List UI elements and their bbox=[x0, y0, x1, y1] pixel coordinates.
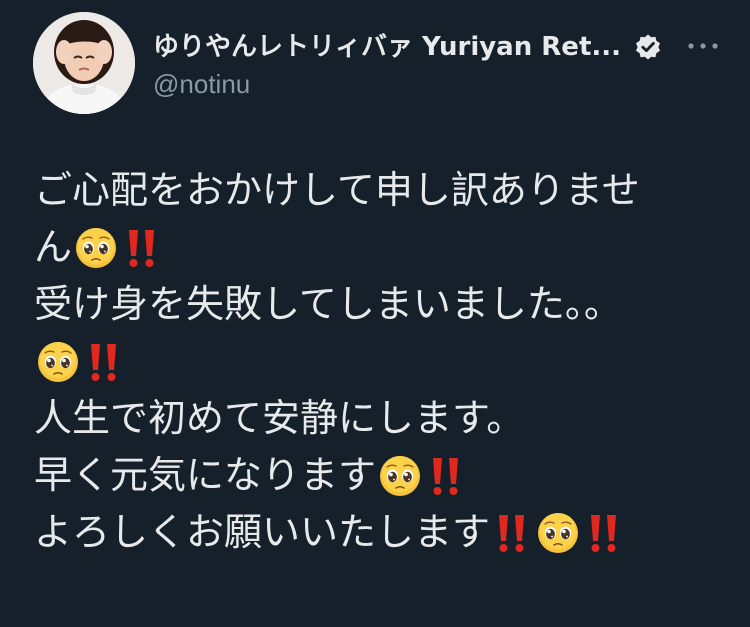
double-exclamation-emoji-icon bbox=[91, 343, 116, 381]
tweet-line bbox=[34, 333, 724, 390]
author-display-name[interactable]: ゆりやんレトリィバァ Yuriyan Ret... bbox=[153, 31, 621, 63]
tweet-line: 人生で初めて安静にします。 bbox=[34, 390, 724, 447]
double-exclamation-emoji-icon bbox=[433, 457, 459, 495]
tweet-line-text: よろしくお願いいたします bbox=[34, 510, 491, 554]
tweet-line-text: ん bbox=[34, 225, 73, 269]
tweet-card: ゆりやんレトリィバァ Yuriyan Ret... @notinu ご心配をおか… bbox=[0, 0, 750, 627]
tweet-line: 受け身を失敗してしまいました。。 bbox=[34, 276, 724, 333]
tweet-line-text: 人生で初めて安静にします。 bbox=[34, 396, 525, 440]
double-exclamation-emoji-icon bbox=[591, 514, 617, 552]
pleading-face-emoji-icon bbox=[76, 227, 117, 268]
double-exclamation-emoji-icon bbox=[499, 514, 525, 552]
tweet-line: ご心配をおかけして申し訳ありませ bbox=[34, 162, 724, 219]
pleading-face-emoji-icon bbox=[380, 455, 421, 496]
tweet-line-text: 受け身を失敗してしまいました。。 bbox=[34, 282, 622, 326]
tweet-line-text: 早く元気になります bbox=[34, 453, 377, 497]
tweet-line: ん bbox=[34, 219, 724, 276]
tweet-line-text: ご心配をおかけして申し訳ありませ bbox=[34, 168, 640, 212]
pleading-face-emoji-icon bbox=[538, 512, 579, 553]
avatar[interactable] bbox=[33, 12, 135, 114]
tweet-text: ご心配をおかけして申し訳ありません受け身を失敗してしまいました。。 人生で初めて安… bbox=[34, 162, 724, 561]
tweet-line: よろしくお願いいたします bbox=[34, 504, 724, 561]
tweet-line: 早く元気になります bbox=[34, 447, 724, 504]
verified-badge-icon bbox=[636, 34, 660, 60]
author-handle[interactable]: @notinu bbox=[153, 68, 250, 100]
pleading-face-emoji-icon bbox=[38, 341, 78, 382]
double-exclamation-emoji-icon bbox=[129, 229, 155, 267]
more-options-icon[interactable] bbox=[683, 30, 723, 62]
